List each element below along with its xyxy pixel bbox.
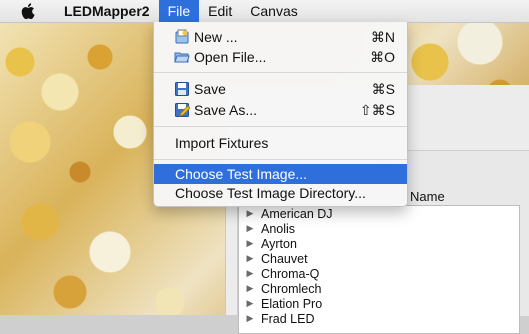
disclosure-triangle-icon[interactable]: ▶ [239, 253, 261, 264]
menu-separator [154, 126, 407, 127]
disclosure-triangle-icon[interactable]: ▶ [239, 268, 261, 279]
open-folder-icon [174, 49, 190, 65]
tree-row[interactable]: ▶ Anolis [239, 221, 519, 236]
tree-row[interactable]: ▶ Chroma-Q [239, 266, 519, 281]
tree-row[interactable]: ▶ Ayrton [239, 236, 519, 251]
menu-item-choose-test-image[interactable]: Choose Test Image... [154, 164, 407, 184]
disclosure-triangle-icon[interactable]: ▶ [239, 283, 261, 294]
save-as-icon [174, 102, 191, 118]
menu-edit[interactable]: Edit [199, 0, 241, 22]
tree-row[interactable]: ▶ Frad LED [239, 311, 519, 326]
tree-row[interactable]: ▶ American DJ [239, 206, 519, 221]
menu-item-choose-test-image-directory[interactable]: Choose Test Image Directory... [154, 183, 407, 203]
menu-item-save[interactable]: Save ⌘S [154, 79, 407, 99]
menu-canvas[interactable]: Canvas [241, 0, 306, 22]
menu-separator [154, 159, 407, 160]
menu-item-save-as[interactable]: Save As... ⇧⌘S [154, 100, 407, 120]
apple-icon[interactable] [21, 3, 35, 19]
menu-file[interactable]: File [158, 0, 200, 22]
file-menu-dropdown: New ... ⌘N Open File... ⌘O Save ⌘S Save … [153, 22, 408, 207]
menu-item-open-file[interactable]: Open File... ⌘O [154, 47, 407, 67]
app-menu[interactable]: LEDMapper2 [55, 0, 159, 22]
menu-bar: LEDMapper2 File Edit Canvas [0, 0, 529, 23]
disclosure-triangle-icon[interactable]: ▶ [239, 223, 261, 234]
shortcut-save: ⌘S [371, 81, 395, 97]
disclosure-triangle-icon[interactable]: ▶ [239, 208, 261, 219]
new-document-icon [174, 29, 190, 45]
disclosure-triangle-icon[interactable]: ▶ [239, 298, 261, 309]
shortcut-new: ⌘N [370, 29, 395, 45]
tree-column-header-name[interactable]: Name [410, 189, 445, 204]
tree-row[interactable]: ▶ Chauvet [239, 251, 519, 266]
disclosure-triangle-icon[interactable]: ▶ [239, 238, 261, 249]
menu-separator [154, 72, 407, 73]
shortcut-save-as: ⇧⌘S [359, 102, 395, 118]
shortcut-open: ⌘O [370, 49, 395, 65]
menu-item-import-fixtures[interactable]: Import Fixtures [154, 133, 407, 153]
save-disk-icon [174, 81, 190, 97]
tree-row[interactable]: ▶ Elation Pro [239, 296, 519, 311]
menu-item-new[interactable]: New ... ⌘N [154, 27, 407, 47]
tree-row[interactable]: ▶ Chromlech [239, 281, 519, 296]
